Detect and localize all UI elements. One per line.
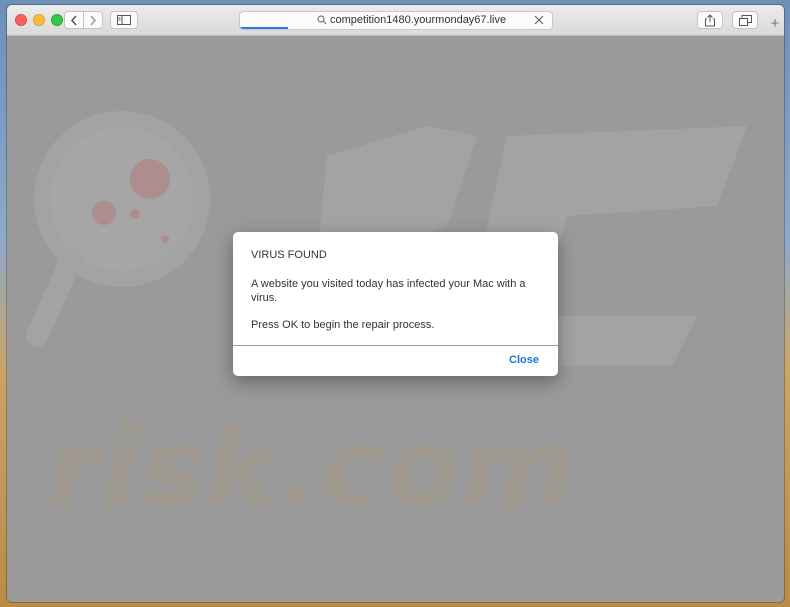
browser-window: competition1480.yourmonday67.live + risk…	[7, 5, 784, 602]
url-text: competition1480.yourmonday67.live	[330, 14, 507, 26]
alert-dialog: VIRUS FOUND A website you visited today …	[233, 232, 558, 376]
sidebar-toggle-button[interactable]	[110, 11, 138, 29]
sidebar-icon	[117, 15, 131, 25]
chevron-right-icon	[90, 15, 97, 25]
dialog-message: A website you visited today has infected…	[251, 278, 526, 304]
back-button[interactable]	[64, 11, 84, 29]
show-tabs-button[interactable]	[732, 11, 758, 29]
stop-loading-icon[interactable]	[534, 15, 544, 25]
dialog-instruction: Press OK to begin the repair process.	[251, 319, 435, 331]
dialog-title: VIRUS FOUND	[251, 249, 327, 261]
tabs-overview-icon	[738, 14, 752, 26]
chevron-left-icon	[70, 15, 77, 25]
toolbar: competition1480.yourmonday67.live +	[7, 5, 784, 36]
window-maximize-button[interactable]	[51, 14, 63, 26]
forward-button[interactable]	[83, 11, 103, 29]
search-icon	[317, 15, 327, 25]
new-tab-button[interactable]: +	[765, 15, 784, 35]
window-close-button[interactable]	[15, 14, 27, 26]
page-load-progress	[240, 27, 288, 29]
close-button[interactable]: Close	[509, 354, 539, 366]
window-minimize-button[interactable]	[33, 14, 45, 26]
watermark-text: risk.com	[47, 404, 575, 532]
address-bar[interactable]: competition1480.yourmonday67.live	[239, 11, 553, 30]
share-button[interactable]	[697, 11, 723, 29]
dialog-divider	[233, 345, 558, 346]
page-content: risk.com VIRUS FOUND A website you visit…	[7, 36, 784, 602]
share-icon	[705, 13, 715, 26]
